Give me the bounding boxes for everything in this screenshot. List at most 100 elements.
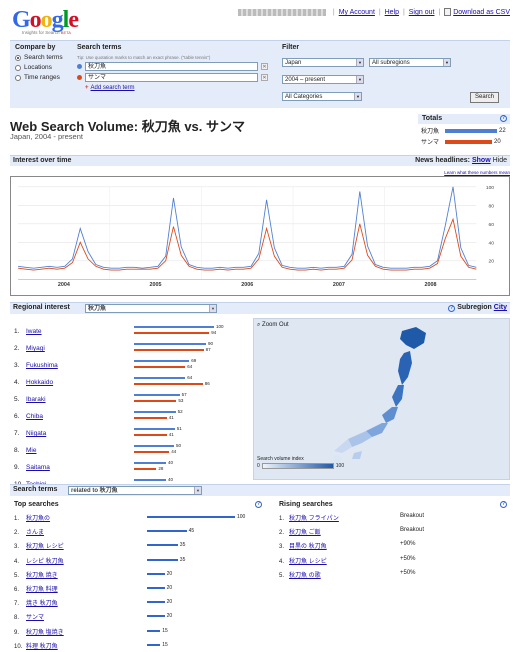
search-button[interactable]: Search bbox=[470, 92, 499, 103]
add-search-term-link[interactable]: Add search term bbox=[91, 85, 135, 91]
region-row: 2. Miyagi bbox=[14, 345, 45, 352]
logo-subtitle: Insights for Search BETA bbox=[22, 30, 71, 35]
help-icon[interactable]: ? bbox=[448, 305, 456, 312]
top-search-link[interactable]: サンマ bbox=[26, 615, 44, 621]
region-link[interactable]: Niigata bbox=[26, 430, 46, 437]
region-link[interactable]: Miyagi bbox=[26, 345, 45, 352]
region-bar-term2 bbox=[134, 434, 167, 436]
magnifier-icon: ⌕ bbox=[257, 322, 261, 328]
search-term-input-2[interactable]: サンマ bbox=[85, 73, 258, 82]
help-icon[interactable]: ? bbox=[500, 115, 507, 122]
remove-term-2-icon[interactable]: ✕ bbox=[261, 74, 268, 81]
related-term-select[interactable]: related to 秋刀魚 ▼ bbox=[68, 486, 202, 495]
total-bar-1 bbox=[445, 128, 497, 133]
time-range-select[interactable]: 2004 – present ▼ bbox=[282, 75, 364, 84]
top-search-row: 7. 焼き 秋刀魚 bbox=[14, 598, 58, 607]
region-bar-value: 100 bbox=[216, 324, 224, 329]
zoom-out-control[interactable]: ⌕ Zoom Out bbox=[257, 322, 289, 329]
region-bar-value: 40 bbox=[168, 477, 174, 482]
region-link[interactable]: Hokkaido bbox=[26, 379, 53, 386]
top-search-link[interactable]: 秋刀魚 塩焼き bbox=[26, 630, 64, 636]
region-rank: 5. bbox=[14, 396, 20, 403]
google-insights-logo[interactable]: Google Insights for Search BETA bbox=[12, 8, 92, 36]
compare-option-search-terms[interactable]: Search terms bbox=[15, 54, 75, 61]
top-search-link[interactable]: 焼き 秋刀魚 bbox=[26, 601, 58, 607]
region-rank: 1. bbox=[14, 328, 20, 335]
top-search-link[interactable]: さんま bbox=[26, 530, 44, 536]
region-bar-term1 bbox=[134, 360, 190, 362]
region-link[interactable]: Mie bbox=[26, 447, 36, 454]
sign-out-link[interactable]: Sign out bbox=[409, 9, 435, 16]
top-search-link[interactable]: 秋刀魚 レシピ bbox=[26, 544, 64, 550]
top-search-bar bbox=[147, 572, 165, 575]
region-bar-term2 bbox=[134, 332, 210, 334]
series-line-2 bbox=[18, 217, 477, 271]
top-search-value: 35 bbox=[179, 556, 186, 563]
top-search-link[interactable]: 秋刀魚 料理 bbox=[26, 587, 58, 593]
compare-option-time-ranges[interactable]: Time ranges bbox=[15, 74, 75, 81]
top-search-rank: 8. bbox=[14, 615, 20, 622]
chevron-down-icon: ▼ bbox=[209, 305, 216, 312]
region-bar-value: 40 bbox=[168, 460, 174, 465]
my-account-link[interactable]: My Account bbox=[339, 9, 375, 16]
city-link[interactable]: City bbox=[494, 304, 507, 311]
page-subtitle: Japan, 2004 - present bbox=[10, 132, 83, 141]
category-select[interactable]: All Categories ▼ bbox=[282, 92, 362, 101]
region-link[interactable]: Chiba bbox=[26, 413, 43, 420]
compare-option-locations[interactable]: Locations bbox=[15, 64, 75, 71]
rising-search-link[interactable]: 秋刀魚 ご飯 bbox=[289, 530, 321, 536]
news-hide-label[interactable]: Hide bbox=[493, 157, 507, 164]
add-term-row[interactable]: + Add search term bbox=[85, 85, 275, 91]
learn-numbers-link[interactable]: Learn what these numbers mean bbox=[444, 170, 510, 175]
chevron-down-icon: ▼ bbox=[443, 59, 450, 66]
radio-search-terms[interactable] bbox=[15, 54, 21, 61]
interest-over-time-header: Interest over time News headlines: Show … bbox=[10, 155, 510, 166]
account-email-redacted bbox=[237, 8, 326, 16]
download-csv-link[interactable]: Download as CSV bbox=[453, 9, 510, 16]
region-bar-term1 bbox=[134, 326, 214, 328]
help-icon[interactable]: ? bbox=[500, 501, 507, 508]
radio-time-ranges[interactable] bbox=[15, 74, 21, 81]
region-link[interactable]: Saitama bbox=[26, 464, 50, 471]
search-tip: Tip: Use quotation marks to match an exa… bbox=[77, 55, 211, 60]
top-search-row: 9. 秋刀魚 塩焼き bbox=[14, 627, 64, 636]
region-link[interactable]: Iwate bbox=[26, 328, 42, 335]
region-rank: 7. bbox=[14, 430, 20, 437]
top-search-link[interactable]: レシピ 秋刀魚 bbox=[26, 559, 64, 565]
rising-search-row: 5. 秋刀魚 の歌 bbox=[279, 570, 321, 579]
subregion-select[interactable]: All subregions ▼ bbox=[369, 58, 451, 67]
region-bar-term1 bbox=[134, 411, 176, 413]
help-icon[interactable]: ? bbox=[255, 501, 262, 508]
compare-panel: Compare by Search terms Locations Time r… bbox=[10, 40, 510, 108]
region-bar-term1 bbox=[134, 377, 186, 379]
top-search-link[interactable]: 秋刀魚 焼き bbox=[26, 573, 58, 579]
rising-search-link[interactable]: 目黒の 秋刀魚 bbox=[289, 544, 327, 550]
rising-search-value: Breakout bbox=[400, 513, 425, 519]
search-term-input-1[interactable]: 秋刀魚 bbox=[85, 62, 258, 71]
rising-search-link[interactable]: 秋刀魚 フライパン bbox=[289, 516, 339, 522]
regional-term-select[interactable]: 秋刀魚 ▼ bbox=[85, 304, 217, 313]
remove-term-1-icon[interactable]: ✕ bbox=[261, 63, 268, 70]
rising-search-link[interactable]: 秋刀魚 レシピ bbox=[289, 559, 327, 565]
top-search-bar bbox=[147, 530, 187, 533]
total-row-2: サンマ 20 bbox=[421, 138, 501, 147]
radio-locations[interactable] bbox=[15, 64, 21, 71]
top-search-row: 3. 秋刀魚 レシピ bbox=[14, 541, 64, 550]
news-show-link[interactable]: Show bbox=[472, 157, 491, 164]
year-label: 2004 bbox=[58, 282, 70, 288]
region-link[interactable]: Fukushima bbox=[26, 362, 58, 369]
help-link[interactable]: Help bbox=[385, 9, 399, 16]
top-search-rank: 4. bbox=[14, 558, 20, 565]
year-label: 2008 bbox=[425, 282, 437, 288]
region-bar-value: 69 bbox=[191, 358, 197, 363]
top-search-link[interactable]: 料理 秋刀魚 bbox=[26, 644, 58, 650]
country-select[interactable]: Japan ▼ bbox=[282, 58, 364, 67]
rising-search-link[interactable]: 秋刀魚 の歌 bbox=[289, 573, 321, 579]
top-search-link[interactable]: 秋刀魚の bbox=[26, 516, 50, 522]
region-bar-value: 50 bbox=[176, 443, 182, 448]
rising-search-rank: 4. bbox=[279, 558, 285, 565]
region-link[interactable]: Ibaraki bbox=[26, 396, 46, 403]
rising-searches-heading: Rising searches bbox=[279, 501, 333, 508]
top-search-bar bbox=[147, 558, 178, 561]
subregion-city-switch: ? Subregion City bbox=[448, 304, 507, 312]
